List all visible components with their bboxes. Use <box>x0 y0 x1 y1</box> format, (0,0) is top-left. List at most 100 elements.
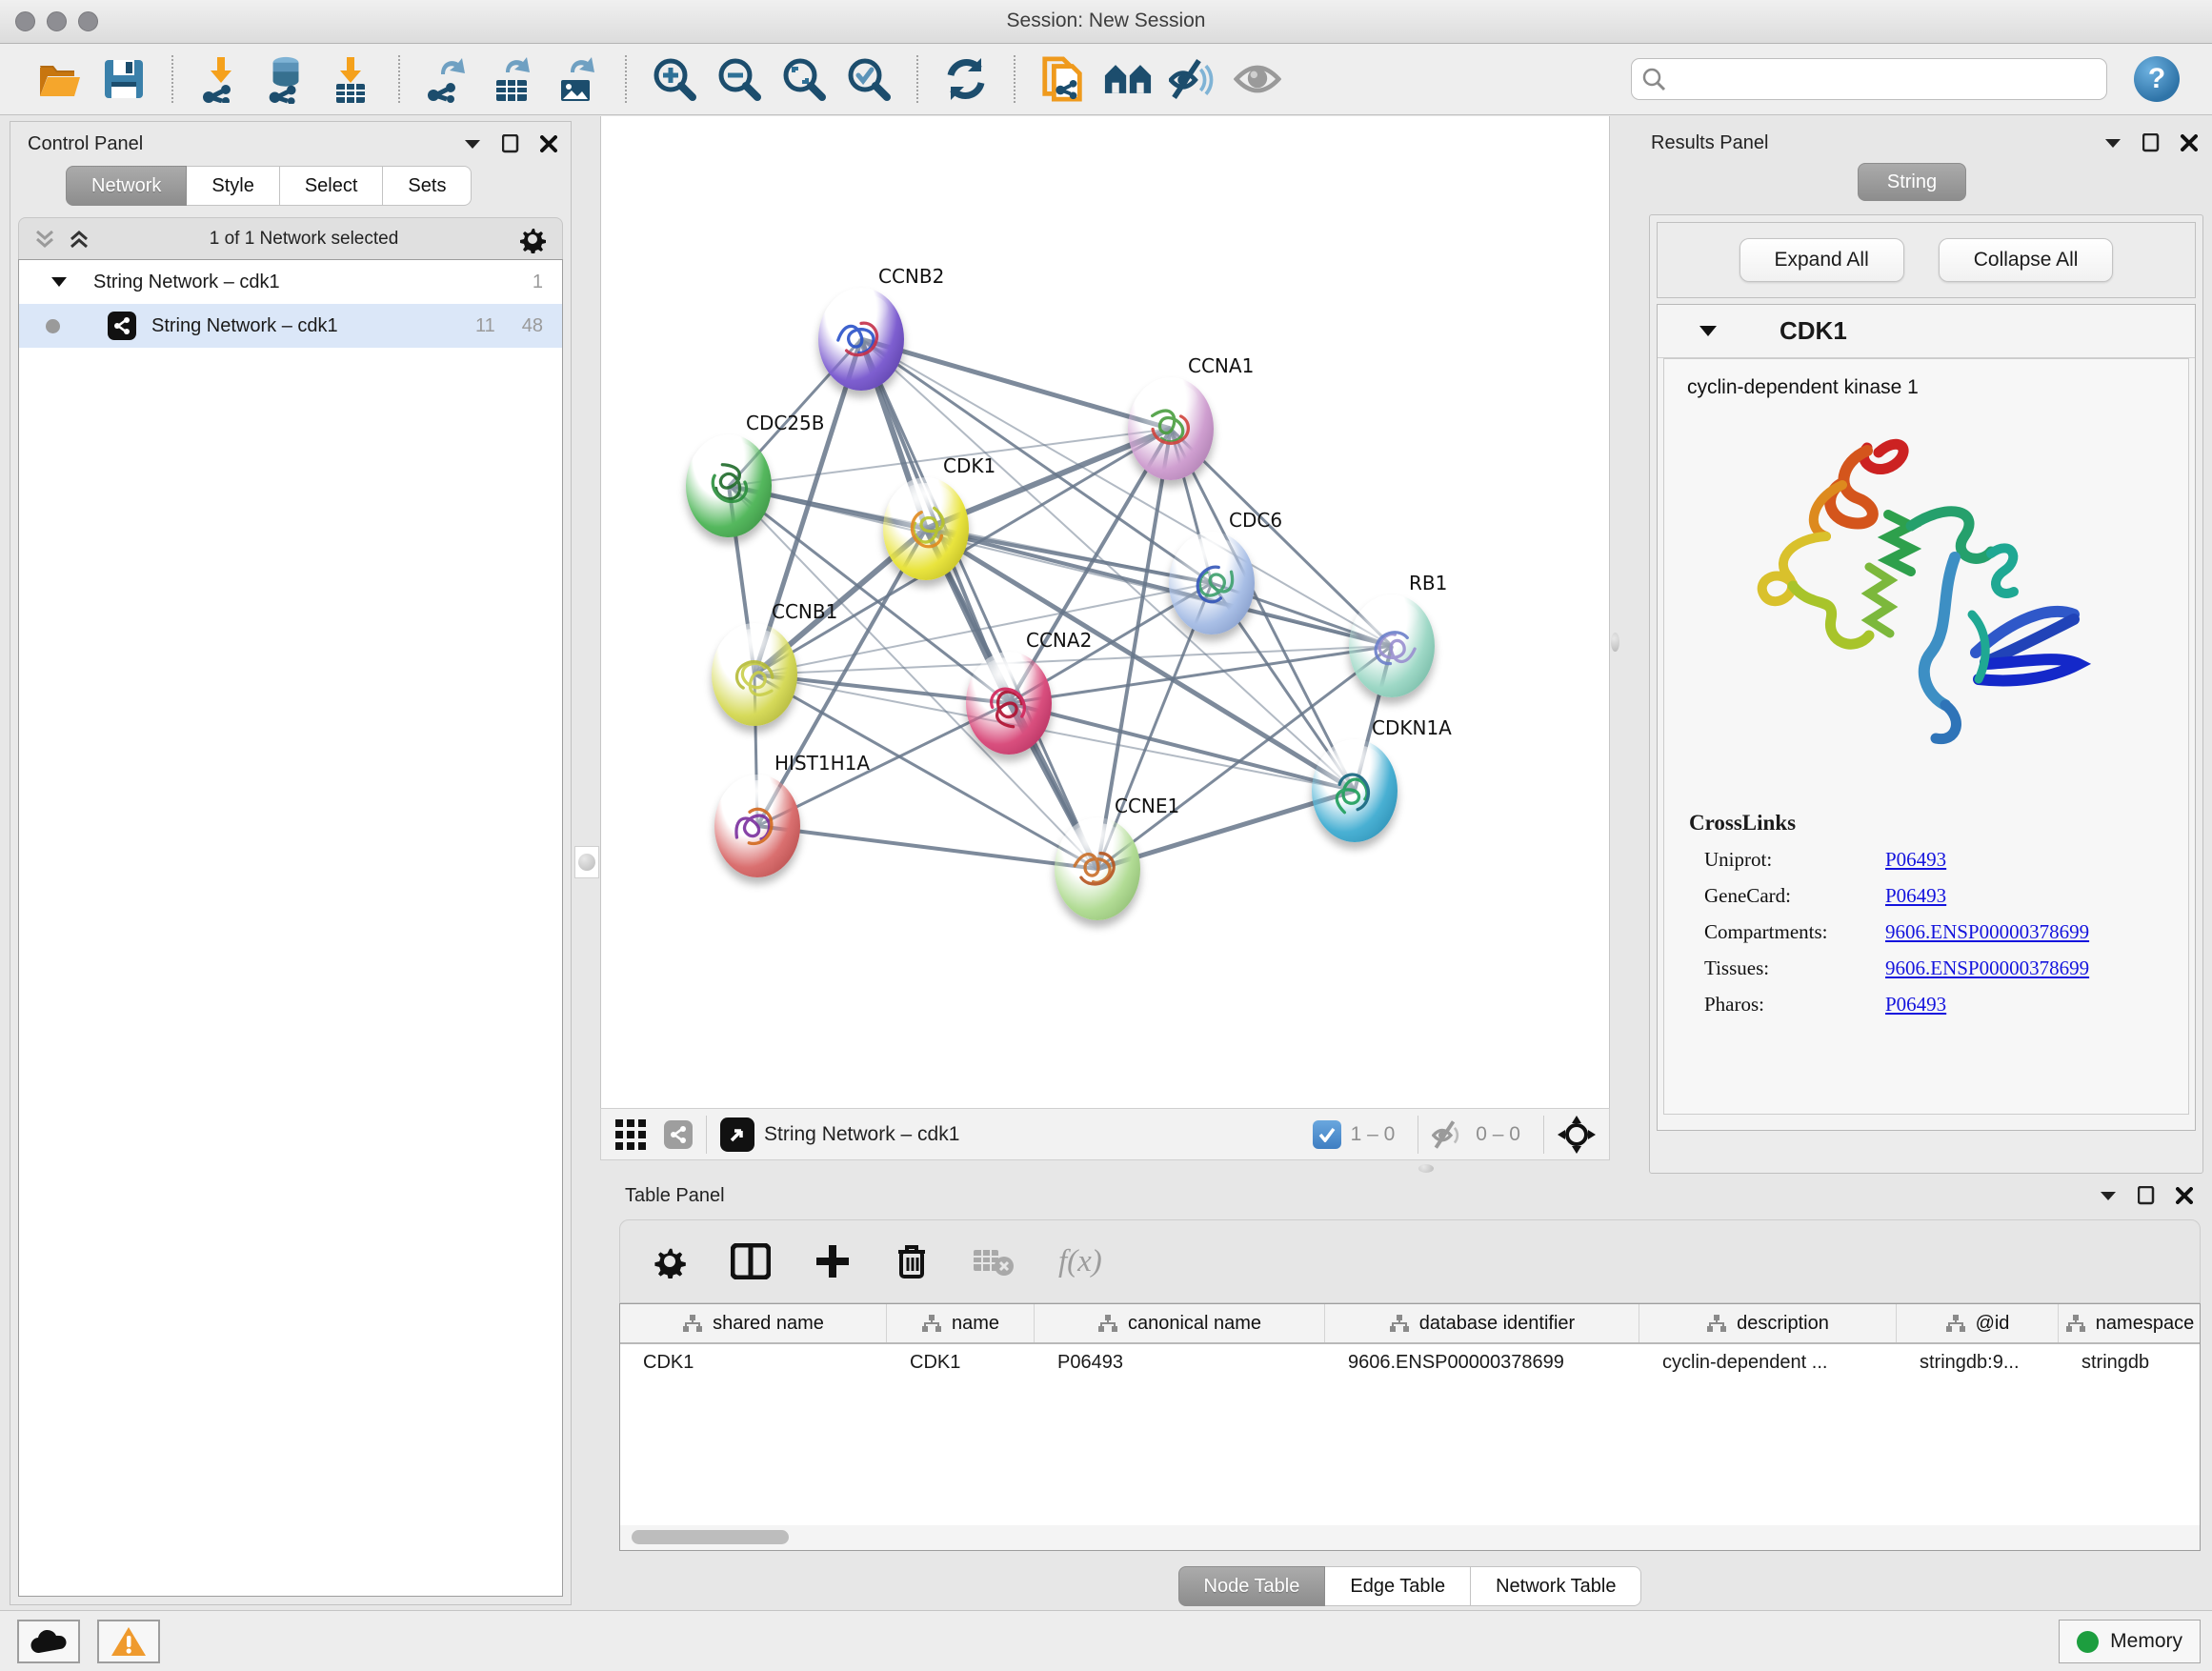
zoom-selected-button[interactable] <box>845 55 893 103</box>
collection-expander-icon[interactable] <box>51 276 67 288</box>
column-header-databaseidentifier[interactable]: database identifier <box>1325 1304 1639 1342</box>
network-icon-gray[interactable] <box>664 1120 693 1149</box>
table-cell[interactable]: P06493 <box>1035 1344 1325 1384</box>
collapse-all-icon[interactable] <box>34 229 55 250</box>
collapse-section-icon[interactable] <box>1699 325 1717 337</box>
float-panel-icon[interactable] <box>2142 133 2160 152</box>
column-header-namespace[interactable]: namespace <box>2059 1304 2201 1342</box>
grid-view-icon[interactable] <box>614 1118 647 1151</box>
show-all-button[interactable] <box>1234 55 1281 103</box>
search-box[interactable] <box>1631 58 2107 100</box>
tab-sets[interactable]: Sets <box>383 166 472 206</box>
tab-style[interactable]: Style <box>187 166 279 206</box>
tab-edge-table[interactable]: Edge Table <box>1325 1566 1471 1606</box>
memory-button[interactable]: Memory <box>2059 1620 2201 1663</box>
gear-icon[interactable] <box>518 225 547 253</box>
birdseye-view-icon[interactable] <box>720 1117 754 1152</box>
export-image-button[interactable] <box>553 55 601 103</box>
network-collection-row[interactable]: String Network – cdk1 1 <box>19 260 562 304</box>
column-header-name[interactable]: name <box>887 1304 1035 1342</box>
bottom-splitter-handle[interactable] <box>1412 1163 1440 1173</box>
pan-crosshair-icon[interactable] <box>1558 1116 1596 1154</box>
hide-selected-button[interactable] <box>1169 55 1217 103</box>
network-edge[interactable] <box>757 826 1097 869</box>
panel-menu-icon[interactable] <box>464 138 481 150</box>
table-cell[interactable]: CDK1 <box>620 1344 887 1384</box>
selected-checkbox[interactable] <box>1313 1120 1341 1149</box>
network-node-ccna2[interactable] <box>966 652 1052 755</box>
crosslink-pharos[interactable]: P06493 <box>1885 993 1946 1017</box>
table-cell[interactable]: cyclin-dependent ... <box>1639 1344 1897 1384</box>
import-network-from-file-button[interactable] <box>197 55 245 103</box>
zoom-out-button[interactable] <box>715 55 763 103</box>
network-node-ccne1[interactable] <box>1055 817 1140 920</box>
apply-layout-button[interactable] <box>942 55 990 103</box>
export-network-button[interactable] <box>424 55 472 103</box>
network-node-ccna1[interactable] <box>1128 377 1214 480</box>
tab-node-table[interactable]: Node Table <box>1178 1566 1326 1606</box>
table-cell[interactable]: stringdb:9... <box>1897 1344 2059 1384</box>
tab-network[interactable]: Network <box>66 166 187 206</box>
close-panel-icon[interactable] <box>540 135 557 152</box>
tab-network-table[interactable]: Network Table <box>1471 1566 1641 1606</box>
zoom-fit-button[interactable] <box>780 55 828 103</box>
column-header-description[interactable]: description <box>1639 1304 1897 1342</box>
network-node-cdc6[interactable] <box>1169 532 1255 634</box>
zoom-in-button[interactable] <box>651 55 698 103</box>
scrollbar-thumb[interactable] <box>632 1530 789 1544</box>
expand-all-icon[interactable] <box>69 229 90 250</box>
network-canvas[interactable]: CCNB2 CCNA1 CDC25B CDK1 CDC6 <box>600 116 1610 1108</box>
network-node-cdkn1a[interactable] <box>1312 739 1398 842</box>
network-node-ccnb1[interactable] <box>712 623 797 726</box>
network-node-cdc25b[interactable] <box>686 434 772 537</box>
table-cell[interactable]: 9606.ENSP00000378699 <box>1325 1344 1639 1384</box>
warnings-button[interactable] <box>97 1620 160 1663</box>
network-node-ccnb2[interactable] <box>818 288 904 391</box>
export-table-button[interactable] <box>489 55 536 103</box>
float-panel-icon[interactable] <box>2138 1186 2155 1205</box>
network-edge[interactable] <box>754 339 861 674</box>
show-columns-icon[interactable] <box>731 1243 771 1279</box>
import-table-from-file-button[interactable] <box>327 55 374 103</box>
network-row[interactable]: String Network – cdk1 11 48 <box>19 304 562 348</box>
import-network-from-database-button[interactable] <box>262 55 310 103</box>
crosslink-compartments[interactable]: 9606.ENSP00000378699 <box>1885 920 2089 944</box>
clone-network-button[interactable] <box>1039 55 1087 103</box>
search-input[interactable] <box>1666 62 2097 96</box>
crosslink-genecard[interactable]: P06493 <box>1885 884 1946 908</box>
column-header-id[interactable]: @id <box>1897 1304 2059 1342</box>
tab-select[interactable]: Select <box>280 166 384 206</box>
table-options-gear-icon[interactable] <box>653 1244 687 1278</box>
crosslink-uniprot[interactable]: P06493 <box>1885 848 1946 872</box>
left-splitter-handle[interactable] <box>574 846 599 878</box>
horizontal-scrollbar[interactable] <box>620 1525 2200 1550</box>
add-column-icon[interactable] <box>814 1243 851 1279</box>
tab-string[interactable]: String <box>1858 163 1966 201</box>
table-panel-title: Table Panel <box>625 1185 725 1207</box>
panel-menu-icon[interactable] <box>2100 1190 2117 1201</box>
window-title: Session: New Session <box>0 10 2212 32</box>
close-panel-icon[interactable] <box>2176 1187 2193 1204</box>
network-node-cdk1[interactable] <box>883 477 969 580</box>
float-panel-icon[interactable] <box>502 134 519 153</box>
save-session-button[interactable] <box>100 55 148 103</box>
column-header-canonicalname[interactable]: canonical name <box>1035 1304 1325 1342</box>
column-header-sharedname[interactable]: shared name <box>620 1304 887 1342</box>
network-node-hist1h1a[interactable] <box>714 775 800 877</box>
table-cell[interactable]: stringdb <box>2059 1344 2201 1384</box>
table-cell[interactable]: CDK1 <box>887 1344 1035 1384</box>
expand-all-button[interactable]: Expand All <box>1739 238 1904 282</box>
delete-column-trash-icon[interactable] <box>895 1242 929 1280</box>
table-row[interactable]: CDK1CDK1P064939606.ENSP00000378699cyclin… <box>620 1344 2200 1384</box>
collapse-all-button[interactable]: Collapse All <box>1939 238 2114 282</box>
open-session-button[interactable] <box>35 55 83 103</box>
network-edge[interactable] <box>861 339 1097 869</box>
help-button[interactable]: ? <box>2134 56 2180 102</box>
panel-menu-icon[interactable] <box>2104 137 2122 149</box>
close-panel-icon[interactable] <box>2181 134 2198 151</box>
cloud-status-button[interactable] <box>17 1620 80 1663</box>
first-neighbors-button[interactable] <box>1104 55 1152 103</box>
crosslink-tissues[interactable]: 9606.ENSP00000378699 <box>1885 956 2089 980</box>
network-edge[interactable] <box>861 339 1171 429</box>
network-node-rb1[interactable] <box>1349 594 1435 697</box>
